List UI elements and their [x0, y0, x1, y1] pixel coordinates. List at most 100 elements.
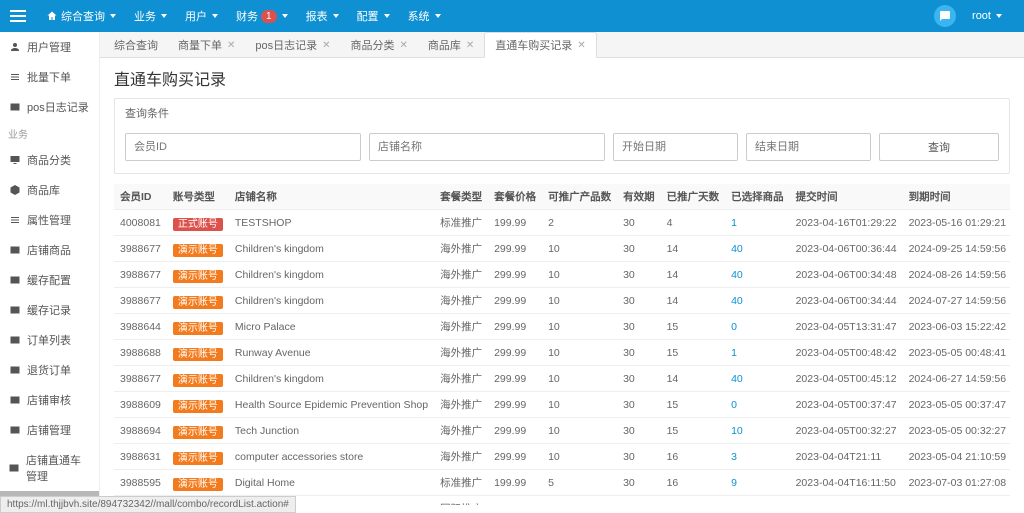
topmenu-业务[interactable]: 业务	[126, 4, 175, 28]
table-cell: 10	[542, 392, 617, 418]
selected-goods-link[interactable]: 9	[731, 477, 737, 489]
account-type-badge: 演示账号	[173, 270, 223, 283]
tabs: 综合查询商量下单✕pos日志记录✕商品分类✕商品库✕直通车购买记录✕	[100, 32, 1024, 58]
table-cell: 海外推广	[434, 314, 488, 340]
user-dropdown[interactable]: root	[964, 6, 1010, 26]
table-cell: 2023-05-05 00:48:41	[903, 340, 1010, 366]
table-cell: 演示账号	[167, 262, 229, 288]
topmenu-系统[interactable]: 系统	[400, 4, 449, 28]
table-cell: 3988677	[114, 236, 167, 262]
selected-goods-link[interactable]: 1	[731, 347, 737, 359]
close-icon[interactable]: ✕	[466, 40, 474, 51]
selected-goods-link[interactable]: 0	[731, 399, 737, 411]
table-cell: 299.99	[488, 236, 542, 262]
table-cell: 30	[617, 496, 661, 506]
account-type-badge: 演示账号	[173, 348, 223, 361]
sidebar-item-商品库[interactable]: 商品库	[0, 175, 99, 205]
sidebar-item-店铺商品[interactable]: 店铺商品	[0, 235, 99, 265]
tab-商品分类[interactable]: 商品分类✕	[341, 33, 418, 57]
table-cell: 演示账号	[167, 288, 229, 314]
sidebar-item-label: 用户管理	[27, 39, 71, 55]
topmenu-配置[interactable]: 配置	[349, 4, 398, 28]
sidebar-item-缓存配置[interactable]: 缓存配置	[0, 265, 99, 295]
table-cell: Tech Junction	[229, 418, 434, 444]
end-date-input[interactable]	[746, 133, 871, 161]
chevron-down-icon	[110, 14, 116, 18]
menu-toggle-icon[interactable]	[6, 6, 30, 26]
column-header: 店铺名称	[229, 184, 434, 210]
sidebar-item-退货订单[interactable]: 退货订单	[0, 355, 99, 385]
table-cell: 30	[617, 392, 661, 418]
selected-goods-link[interactable]: 40	[731, 269, 743, 281]
table-cell: 3	[725, 444, 790, 470]
selected-goods-link[interactable]: 3	[731, 451, 737, 463]
table-cell: 30	[617, 444, 661, 470]
topmenu-报表[interactable]: 报表	[298, 4, 347, 28]
close-icon[interactable]: ✕	[577, 40, 585, 51]
table-cell: Children's kingdom	[229, 262, 434, 288]
card-icon	[8, 274, 21, 287]
selected-goods-link[interactable]: 0	[731, 321, 737, 333]
account-type-badge: 演示账号	[173, 400, 223, 413]
selected-goods-link[interactable]: 1	[731, 217, 737, 229]
sidebar-item-订单列表[interactable]: 订单列表	[0, 325, 99, 355]
tab-商量下单[interactable]: 商量下单✕	[168, 33, 245, 57]
table-cell: 16	[661, 470, 726, 496]
topmenu-用户[interactable]: 用户	[177, 4, 226, 28]
start-date-input[interactable]	[613, 133, 738, 161]
sidebar-item-用户管理[interactable]: 用户管理	[0, 32, 99, 62]
selected-goods-link[interactable]: 10	[731, 425, 743, 437]
member-id-input[interactable]	[125, 133, 361, 161]
topmenu-label: 财务	[236, 8, 258, 24]
table-cell: 海外推广	[434, 262, 488, 288]
shop-name-input[interactable]	[369, 133, 605, 161]
selected-goods-link[interactable]: 40	[731, 373, 743, 385]
table-cell: 199.99	[488, 210, 542, 236]
tab-综合查询[interactable]: 综合查询	[104, 33, 168, 57]
table-cell: 3988677	[114, 262, 167, 288]
chevron-down-icon	[996, 14, 1002, 18]
table-row: 3988631演示账号computer accessories store海外推…	[114, 444, 1010, 470]
sidebar-item-店铺管理[interactable]: 店铺管理	[0, 415, 99, 445]
sidebar-item-缓存记录[interactable]: 缓存记录	[0, 295, 99, 325]
selected-goods-link[interactable]: 9	[731, 503, 737, 506]
account-type-badge: 演示账号	[173, 374, 223, 387]
cube-icon	[8, 184, 21, 197]
table-cell: 299.99	[488, 392, 542, 418]
tab-直通车购买记录[interactable]: 直通车购买记录✕	[484, 32, 596, 58]
sidebar-item-label: 缓存配置	[27, 272, 71, 288]
table-cell: 30	[617, 314, 661, 340]
table-cell: 2	[542, 210, 617, 236]
table-cell: 3988644	[114, 314, 167, 340]
column-header: 套餐类型	[434, 184, 488, 210]
sidebar-item-批量下单[interactable]: 批量下单	[0, 62, 99, 92]
table-cell: 海外推广	[434, 288, 488, 314]
sidebar-item-属性管理[interactable]: 属性管理	[0, 205, 99, 235]
sidebar-item-商品分类[interactable]: 商品分类	[0, 145, 99, 175]
close-icon[interactable]: ✕	[227, 40, 235, 51]
table-row: 3988694演示账号Tech Junction海外推广299.99103015…	[114, 418, 1010, 444]
card-icon	[8, 334, 21, 347]
selected-goods-link[interactable]: 40	[731, 295, 743, 307]
chevron-down-icon	[435, 14, 441, 18]
table-cell: 2023-04-06T00:36:44	[790, 236, 903, 262]
topmenu-财务[interactable]: 财务1	[228, 4, 296, 28]
close-icon[interactable]: ✕	[322, 40, 330, 51]
search-button[interactable]: 查询	[879, 133, 999, 161]
table-cell: 15	[661, 392, 726, 418]
main: 综合查询商量下单✕pos日志记录✕商品分类✕商品库✕直通车购买记录✕ 直通车购买…	[100, 32, 1024, 513]
sidebar-item-店铺直通车管理[interactable]: 店铺直通车管理	[0, 445, 99, 491]
tab-pos日志记录[interactable]: pos日志记录✕	[245, 33, 340, 57]
table-cell: 3988694	[114, 418, 167, 444]
tab-商品库[interactable]: 商品库✕	[418, 33, 484, 57]
table-cell: 2023-05-16 01:29:21	[903, 210, 1010, 236]
sidebar-item-店铺审核[interactable]: 店铺审核	[0, 385, 99, 415]
selected-goods-link[interactable]: 40	[731, 243, 743, 255]
close-icon[interactable]: ✕	[400, 40, 408, 51]
table-cell: 2023-04-06T00:34:48	[790, 262, 903, 288]
table-cell: 2023-05-05 00:32:27	[903, 418, 1010, 444]
sidebar-item-pos日志记录[interactable]: pos日志记录	[0, 92, 99, 122]
home-icon	[46, 10, 58, 22]
chat-icon[interactable]	[934, 5, 956, 27]
topmenu-综合查询[interactable]: 综合查询	[38, 4, 124, 28]
